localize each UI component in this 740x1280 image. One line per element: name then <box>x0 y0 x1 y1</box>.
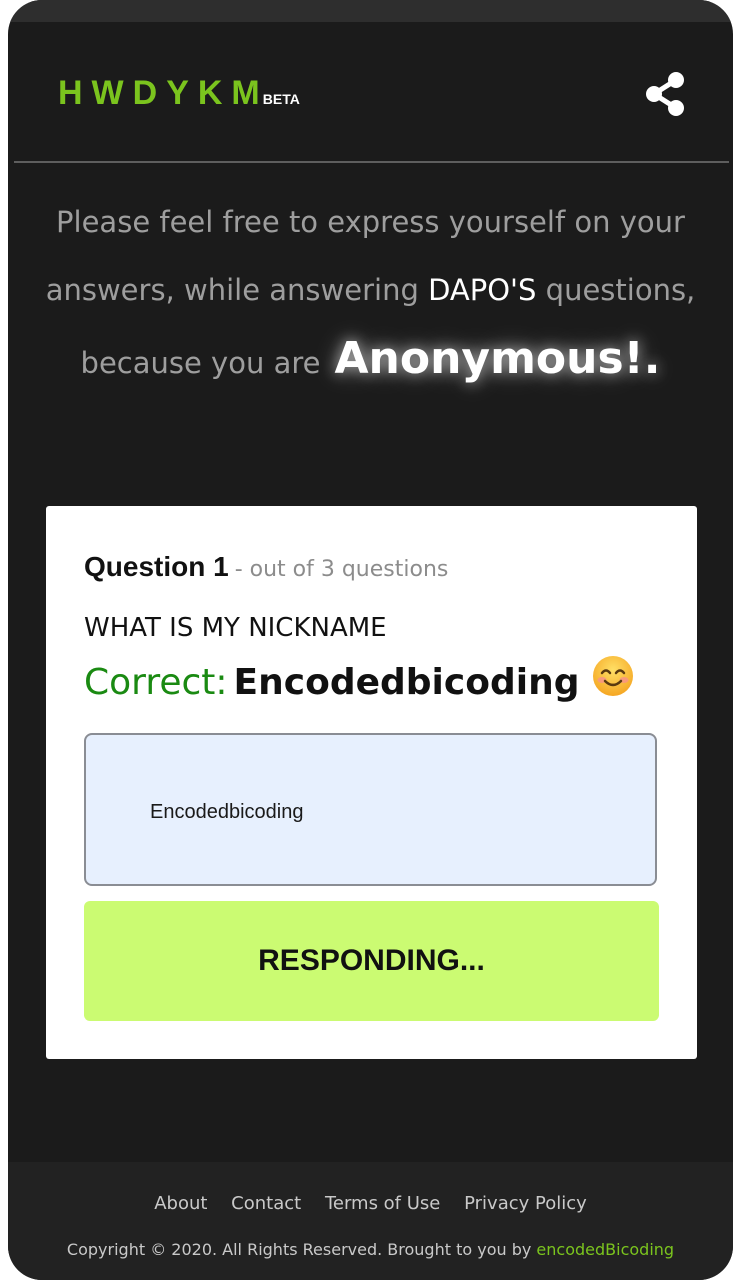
intro-line-2: answers, while answering DAPO'S question… <box>8 273 733 307</box>
footer-link-terms[interactable]: Terms of Use <box>325 1193 440 1214</box>
app-screen: HWDYKMBETA Please feel free to express y… <box>8 0 733 1280</box>
intro-line-3: because you are Anonymous!. <box>8 333 733 384</box>
logo[interactable]: HWDYKMBETA <box>58 74 300 113</box>
footer-link-about[interactable]: About <box>154 1193 207 1214</box>
intro-line-2-start: answers, while answering <box>45 273 429 307</box>
owner-name: DAPO'S <box>428 273 537 307</box>
beta-badge: BETA <box>262 91 300 107</box>
logo-text: HWDYKM <box>58 74 269 112</box>
answer-result: Correct: Encodedbicoding <box>84 654 635 707</box>
question-card: Question 1- out of 3 questions WHAT IS M… <box>46 506 697 1059</box>
share-button[interactable] <box>644 70 688 118</box>
header-divider <box>14 161 729 163</box>
intro-line-1: Please feel free to express yourself on … <box>56 205 685 239</box>
intro-line-2-end: questions, <box>536 273 696 307</box>
footer: About Contact Terms of Use Privacy Polic… <box>8 1162 733 1280</box>
copyright-text: Copyright © 2020. All Rights Reserved. B… <box>66 1240 537 1259</box>
answer-input[interactable]: Encodedbicoding <box>84 733 657 886</box>
footer-links: About Contact Terms of Use Privacy Polic… <box>8 1193 733 1214</box>
footer-link-contact[interactable]: Contact <box>231 1193 301 1214</box>
smiling-face-icon <box>591 654 635 707</box>
copyright: Copyright © 2020. All Rights Reserved. B… <box>8 1240 733 1259</box>
correct-answer: Encodedbicoding <box>233 662 580 703</box>
footer-link-privacy[interactable]: Privacy Policy <box>464 1193 587 1214</box>
anonymous-highlight: Anonymous!. <box>334 333 661 384</box>
answer-input-value: Encodedbicoding <box>150 801 304 823</box>
intro-line-3-start: because you are <box>80 346 321 380</box>
header: HWDYKMBETA <box>8 22 733 162</box>
share-icon <box>646 72 684 116</box>
question-number: Question 1 <box>84 551 229 582</box>
correct-label: Correct: <box>84 662 228 703</box>
question-text: WHAT IS MY NICKNAME <box>84 613 387 643</box>
question-heading: Question 1- out of 3 questions <box>84 551 448 583</box>
question-count: - out of 3 questions <box>234 557 449 582</box>
responding-button[interactable]: RESPONDING... <box>84 901 659 1021</box>
copyright-brand-link[interactable]: encodedBicoding <box>536 1240 674 1259</box>
status-strip <box>8 0 733 22</box>
